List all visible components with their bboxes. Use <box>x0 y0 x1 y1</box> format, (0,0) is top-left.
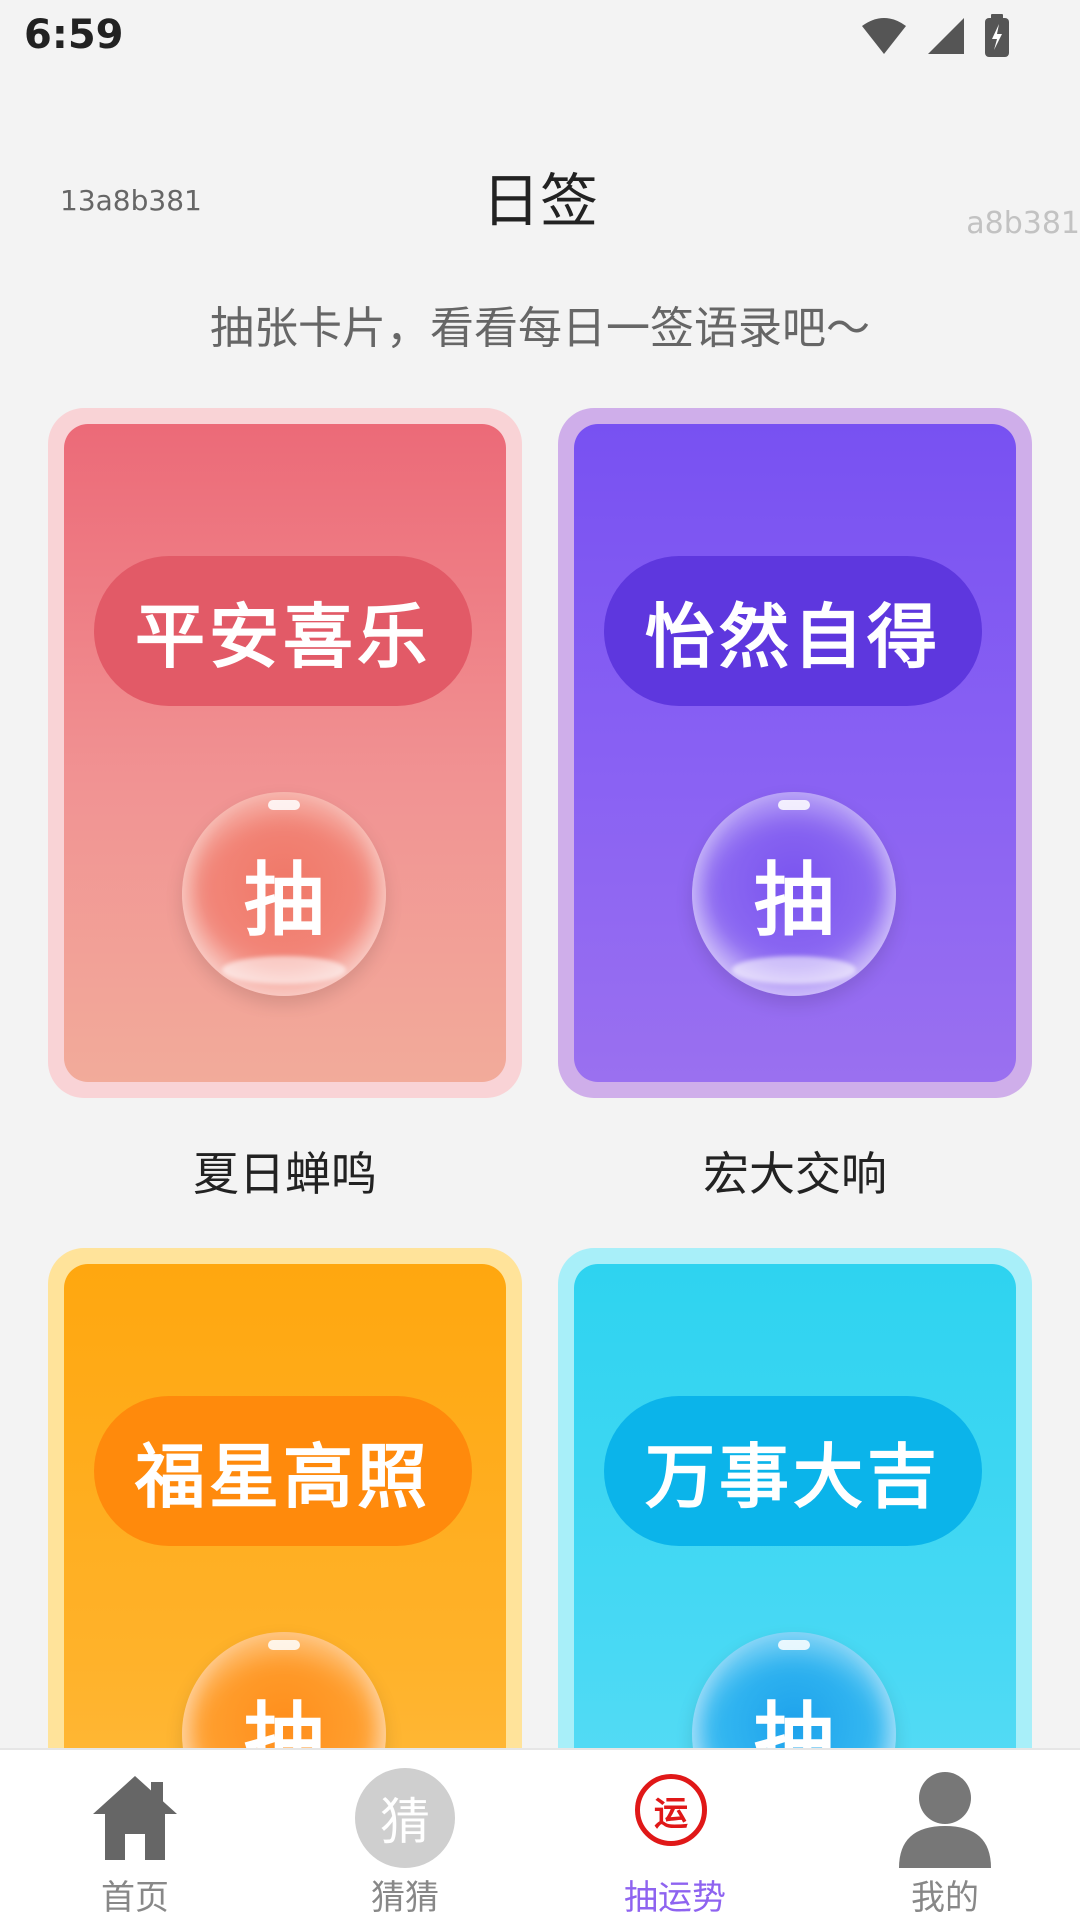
card-phrase: 万事大吉 <box>604 1396 982 1546</box>
draw-button-label: 抽 <box>754 854 834 947</box>
home-icon <box>93 1776 177 1860</box>
guess-icon: 猜 <box>355 1768 455 1868</box>
fortune-icon-text: 运 <box>654 1793 688 1834</box>
card-phrase: 福星高照 <box>94 1396 472 1546</box>
user-id-right: a8b381 <box>966 206 1080 241</box>
page-title: 日签 <box>481 167 598 235</box>
status-icons <box>860 14 1010 58</box>
card-phrase: 平安喜乐 <box>94 556 472 706</box>
tab-label: 首页 <box>101 1878 169 1918</box>
card-purple[interactable]: 怡然自得 抽 <box>558 408 1032 1098</box>
bubble-shine <box>268 1640 300 1650</box>
tab-home[interactable]: 首页 <box>0 1750 270 1922</box>
guess-icon-text: 猜 <box>380 1793 430 1851</box>
draw-button-label: 抽 <box>244 854 324 947</box>
status-bar: 6:59 <box>0 0 1080 80</box>
fortune-icon: 运 <box>635 1774 707 1846</box>
tab-fortune[interactable]: 运 抽运势 <box>540 1750 810 1922</box>
card-face: 怡然自得 抽 <box>574 424 1016 1082</box>
card-red[interactable]: 平安喜乐 抽 <box>48 408 522 1098</box>
card-label: 宏大交响 <box>703 1147 887 1201</box>
profile-icon <box>899 1772 991 1868</box>
card-grid: 平安喜乐 抽 夏日蝉鸣 怡然自得 抽 宏大交响 福星高照 抽 万事大吉 抽 <box>48 408 1032 1748</box>
bubble-base <box>732 956 856 984</box>
status-time: 6:59 <box>24 12 124 58</box>
header: 13a8b381 日签 a8b381 <box>0 120 1080 260</box>
draw-button[interactable]: 抽 <box>692 792 896 996</box>
card-phrase: 怡然自得 <box>604 556 982 706</box>
card-face: 福星高照 抽 <box>64 1264 506 1748</box>
bubble-shine <box>268 800 300 810</box>
card-cyan[interactable]: 万事大吉 抽 <box>558 1248 1032 1748</box>
card-face: 平安喜乐 抽 <box>64 424 506 1082</box>
card-orange[interactable]: 福星高照 抽 <box>48 1248 522 1748</box>
tab-label: 我的 <box>911 1878 979 1918</box>
bubble-shine <box>778 1640 810 1650</box>
draw-button[interactable]: 抽 <box>182 1632 386 1748</box>
signal-icon <box>928 18 964 54</box>
battery-icon <box>985 14 1009 57</box>
tab-label: 抽运势 <box>624 1878 726 1918</box>
wifi-icon <box>862 18 906 54</box>
draw-button[interactable]: 抽 <box>692 1632 896 1748</box>
draw-button-label: 抽 <box>244 1694 324 1748</box>
bottom-tab-bar: 首页 猜 猜猜 运 抽运势 我的 <box>0 1748 1080 1922</box>
bubble-base <box>222 956 346 984</box>
draw-button[interactable]: 抽 <box>182 792 386 996</box>
card-face: 万事大吉 抽 <box>574 1264 1016 1748</box>
tab-guess[interactable]: 猜 猜猜 <box>270 1750 540 1922</box>
subtitle: 抽张卡片，看看每日一签语录吧～ <box>210 303 870 354</box>
tab-profile[interactable]: 我的 <box>810 1750 1080 1922</box>
card-label: 夏日蝉鸣 <box>193 1147 377 1201</box>
tab-label: 猜猜 <box>371 1878 439 1918</box>
bubble-shine <box>778 800 810 810</box>
draw-button-label: 抽 <box>754 1694 834 1748</box>
